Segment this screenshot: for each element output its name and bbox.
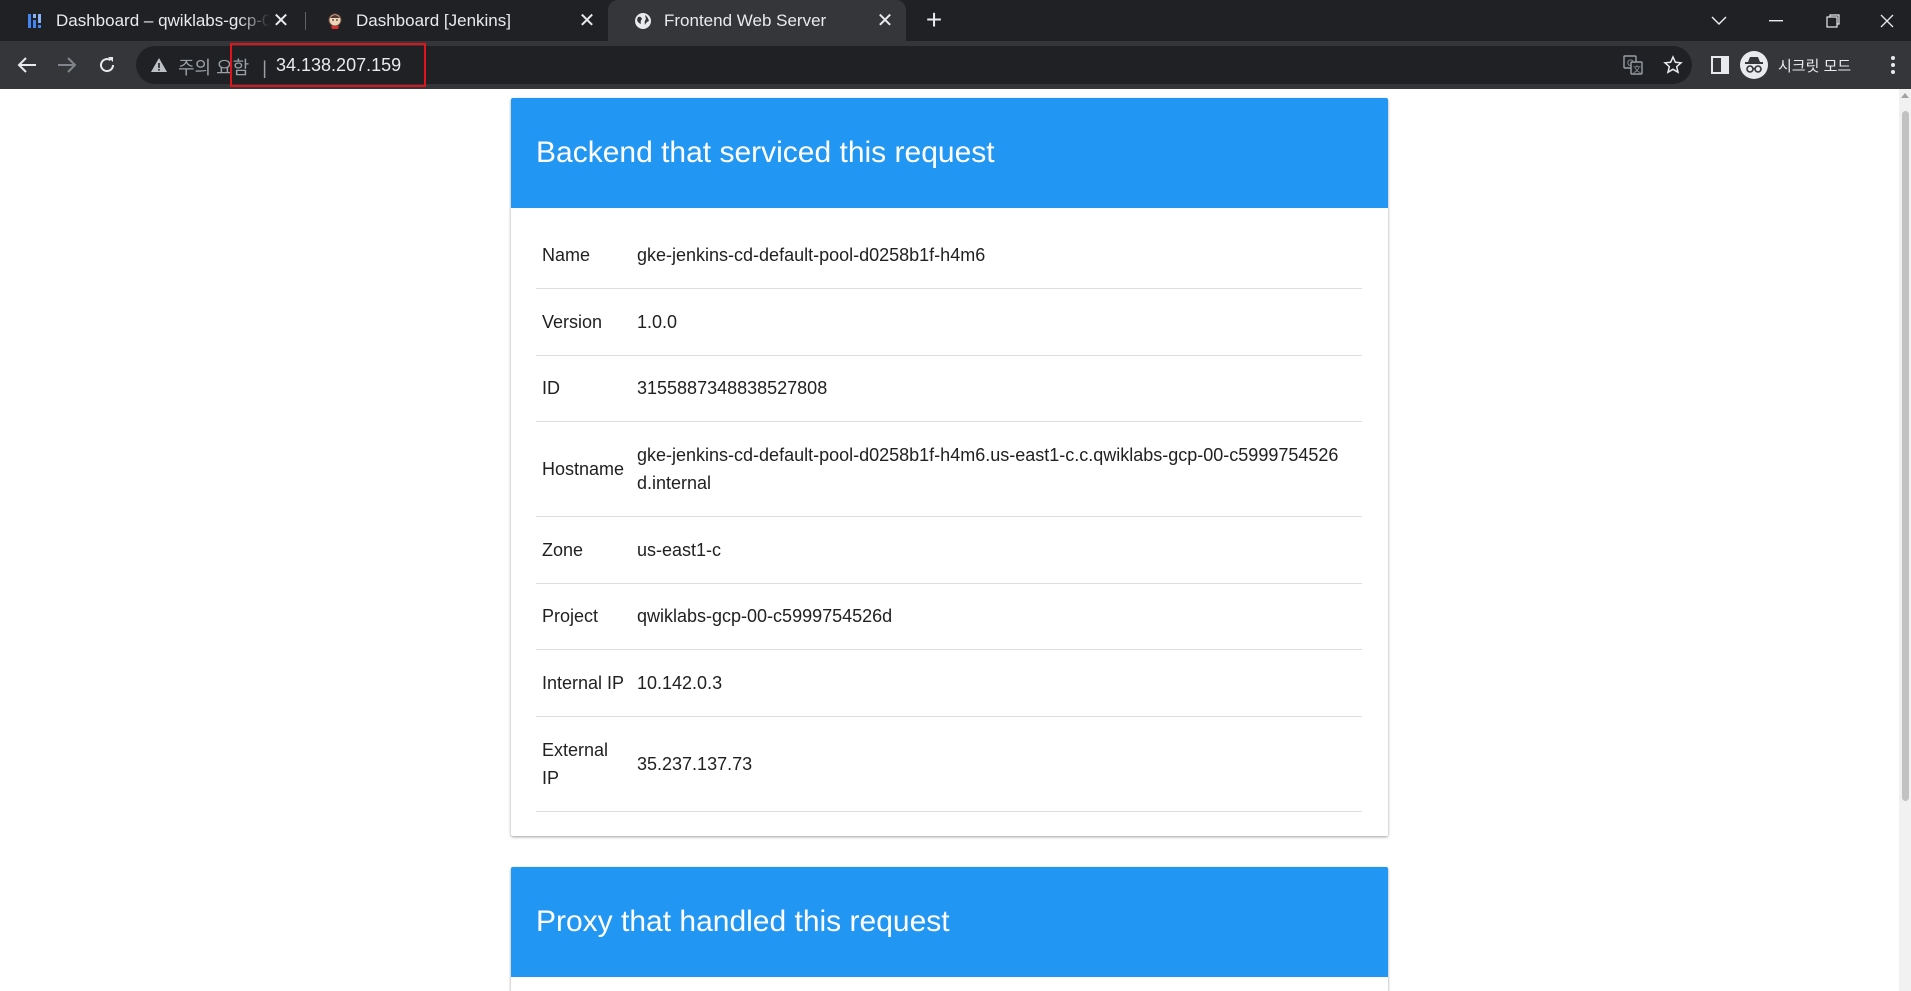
row-value-project: qwiklabs-gcp-00-c5999754526d: [637, 583, 1362, 650]
row-key-external-ip: External IP: [536, 716, 637, 812]
proxy-card: Proxy that handled this request: [511, 867, 1388, 991]
table-row: Zone us-east1-c: [536, 516, 1362, 584]
back-arrow-icon: [17, 57, 36, 73]
table-row: Name gke-jenkins-cd-default-pool-d0258b1…: [536, 222, 1362, 289]
reload-button[interactable]: [92, 50, 122, 80]
reload-icon: [100, 57, 115, 73]
close-tab-icon[interactable]: ✕: [270, 8, 292, 34]
minimize-window-icon[interactable]: [1748, 0, 1804, 41]
backend-card-heading: Backend that serviced this request: [511, 98, 1388, 208]
row-key-hostname: Hostname: [536, 421, 637, 517]
back-button[interactable]: [12, 50, 42, 80]
row-value-external-ip: 35.237.137.73: [637, 716, 1362, 812]
proxy-card-heading: Proxy that handled this request: [511, 867, 1388, 977]
row-value-hostname: gke-jenkins-cd-default-pool-d0258b1f-h4m…: [637, 421, 1362, 517]
row-key-internal-ip: Internal IP: [536, 649, 637, 717]
tab-title: Frontend Web Server: [664, 10, 827, 30]
proxy-card-body: [511, 977, 1388, 991]
scroll-up-arrow-icon[interactable]: [1901, 93, 1909, 98]
row-value-internal-ip: 10.142.0.3: [637, 649, 1362, 717]
row-key-project: Project: [536, 583, 637, 650]
close-tab-icon[interactable]: ✕: [574, 8, 600, 34]
incognito-indicator[interactable]: 시크릿 모드: [1740, 49, 1851, 81]
row-key-zone: Zone: [536, 516, 637, 584]
table-row: Project qwiklabs-gcp-00-c5999754526d: [536, 583, 1362, 650]
tab-qwiklabs-dashboard[interactable]: Dashboard – qwiklabs-gcp-00-c5999754526d…: [0, 0, 300, 41]
close-tab-icon[interactable]: ✕: [872, 8, 898, 34]
browser-menu-icon[interactable]: [1880, 52, 1906, 78]
row-key-id: ID: [536, 355, 637, 422]
close-window-icon[interactable]: [1862, 0, 1911, 41]
tab-strip: Dashboard – qwiklabs-gcp-00-c5999754526d…: [0, 0, 1911, 41]
side-panel-icon[interactable]: [1707, 52, 1733, 78]
row-key-name: Name: [536, 222, 637, 289]
row-value-name: gke-jenkins-cd-default-pool-d0258b1f-h4m…: [637, 222, 1362, 289]
translate-icon[interactable]: G文: [1620, 52, 1646, 78]
tab-search-chevron-icon[interactable]: [1691, 0, 1747, 41]
tab-frontend-web-server[interactable]: Frontend Web Server ✕: [608, 0, 906, 41]
incognito-label: 시크릿 모드: [1778, 57, 1852, 75]
row-value-version: 1.0.0: [637, 288, 1362, 356]
globe-icon: [634, 12, 652, 30]
row-value-id: 3155887348838527808: [637, 355, 1362, 422]
table-row: External IP 35.237.137.73: [536, 716, 1362, 812]
table-row: Internal IP 10.142.0.3: [536, 649, 1362, 717]
table-row: Version 1.0.0: [536, 288, 1362, 356]
svg-text:文: 文: [1633, 64, 1641, 74]
tab-title: Dashboard [Jenkins]: [356, 10, 511, 30]
page-viewport: Backend that serviced this request Name …: [0, 89, 1911, 991]
table-row: ID 3155887348838527808: [536, 355, 1362, 422]
bookmark-star-icon[interactable]: [1660, 52, 1686, 78]
tab-title: Dashboard – qwiklabs-gcp-00-c5999754526d: [56, 10, 270, 30]
row-key-version: Version: [536, 288, 637, 356]
new-tab-button[interactable]: +: [920, 6, 948, 35]
grid-dashboard-icon: [26, 12, 44, 30]
jenkins-icon: [326, 12, 344, 30]
restore-window-icon[interactable]: [1805, 0, 1861, 41]
incognito-icon: [1740, 51, 1768, 79]
forward-button[interactable]: [52, 50, 82, 80]
url-highlight-annotation: [230, 43, 426, 87]
backend-card-body: Name gke-jenkins-cd-default-pool-d0258b1…: [511, 208, 1388, 836]
warning-triangle-icon[interactable]: [150, 56, 168, 74]
page-scrollbar[interactable]: [1899, 89, 1911, 991]
tab-jenkins-dashboard[interactable]: Dashboard [Jenkins] ✕: [300, 0, 608, 41]
backend-details-table: Name gke-jenkins-cd-default-pool-d0258b1…: [536, 222, 1362, 812]
row-value-zone: us-east1-c: [637, 516, 1362, 584]
table-row: Hostname gke-jenkins-cd-default-pool-d02…: [536, 421, 1362, 517]
backend-card: Backend that serviced this request Name …: [511, 98, 1388, 836]
forward-arrow-icon: [58, 57, 77, 73]
scrollbar-thumb[interactable]: [1902, 111, 1909, 801]
